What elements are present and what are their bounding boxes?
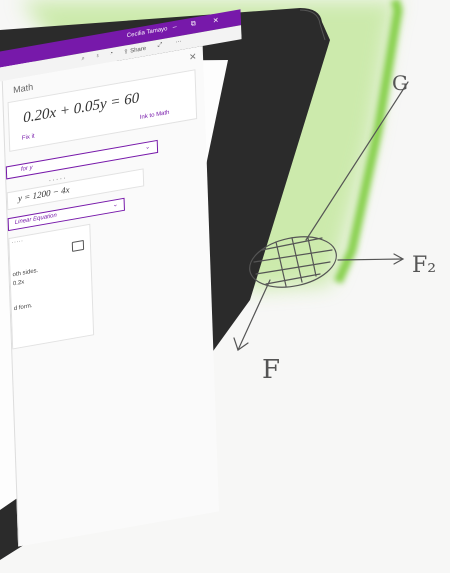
ellipse-hatching (253, 237, 333, 287)
ink-sketch: G F₂ F (233, 71, 436, 385)
force-line-down (237, 279, 271, 351)
label-g: G (392, 71, 408, 95)
label-f2: F₂ (412, 253, 436, 278)
force-line-right (337, 258, 403, 261)
label-f: F (262, 355, 280, 385)
force-line-up (305, 81, 409, 241)
